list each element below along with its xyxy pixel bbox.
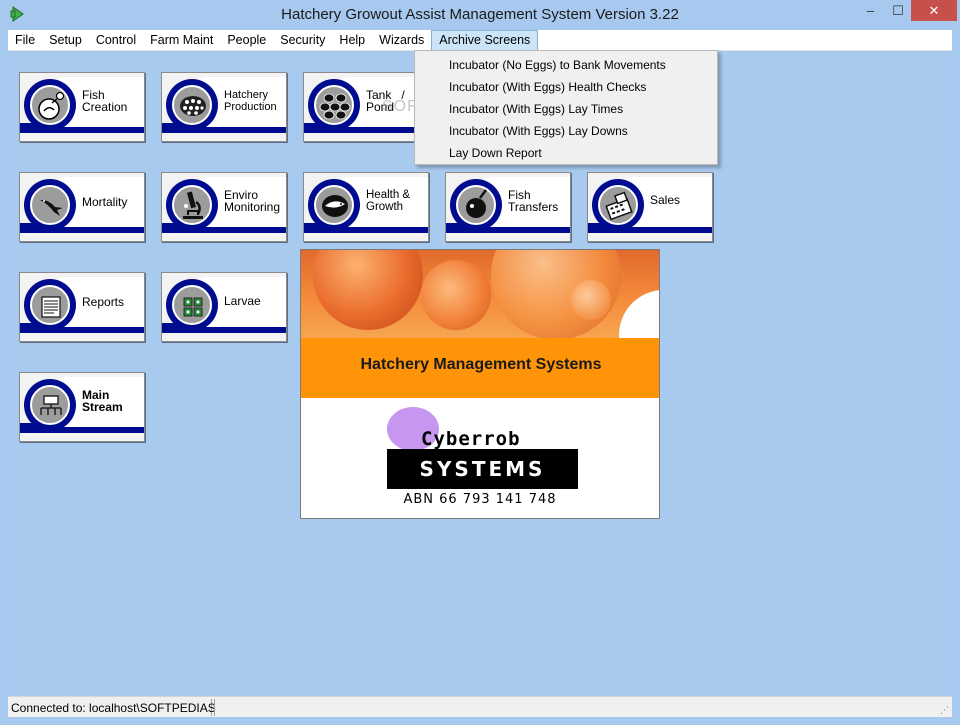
minimize-button[interactable]: – (856, 0, 885, 21)
close-button[interactable]: ✕ (911, 0, 957, 21)
window-title: Hatchery Growout Assist Management Syste… (281, 6, 679, 23)
tile-label: Hatchery Production (224, 89, 277, 113)
company-name: Cyberrob (421, 428, 521, 450)
tile-label: Health & Growth (366, 189, 411, 213)
tile-reports[interactable]: Reports (19, 272, 145, 342)
tile-label: Sales (650, 193, 681, 207)
menu-control[interactable]: Control (89, 30, 143, 51)
fish-egg-icon (38, 91, 65, 120)
menu-farm-maint[interactable]: Farm Maint (143, 30, 220, 51)
tile-label: Enviro Monitoring (224, 188, 281, 214)
dead-fish-icon (40, 199, 63, 216)
archive-screens-menu: Incubator (No Eggs) to Bank Movements In… (414, 50, 718, 165)
menu-file[interactable]: File (8, 30, 42, 51)
splash-caption: Hatchery Management Systems (360, 356, 602, 373)
maximize-button[interactable]: ☐ (885, 0, 911, 21)
caption-band: Hatchery Management Systems (301, 338, 659, 398)
splash-panel: Hatchery Management Systems Cyberrob SYS… (300, 249, 660, 519)
menu-item-incubator-lay-downs[interactable]: Incubator (With Eggs) Lay Downs (415, 120, 717, 142)
menu-item-incubator-lay-times[interactable]: Incubator (With Eggs) Lay Times (415, 98, 717, 120)
menu-people[interactable]: People (220, 30, 273, 51)
tile-fish-creation[interactable]: Fish Creation (19, 72, 145, 142)
tile-label: Mortality (82, 195, 128, 209)
flowchart-icon (40, 395, 62, 415)
menu-item-lay-down-report[interactable]: Lay Down Report (415, 142, 717, 164)
menu-help[interactable]: Help (332, 30, 372, 51)
tanks-icon (319, 93, 351, 120)
tile-label: Fish Creation (82, 88, 128, 114)
connection-status: Connected to: localhost\SOFTPEDIAS (11, 699, 216, 716)
net-fish-icon (466, 189, 487, 218)
tile-hatchery-production[interactable]: Hatchery Production (161, 72, 287, 142)
tile-label: Main Stream (82, 388, 123, 414)
tile-label: Reports (82, 295, 125, 309)
cash-register-icon (605, 191, 633, 221)
tile-enviro-monitoring[interactable]: Enviro Monitoring (161, 172, 287, 242)
title-bar: Hatchery Growout Assist Management Syste… (0, 0, 960, 30)
resize-grip-icon[interactable]: ⋰ (940, 705, 950, 715)
menu-item-incubator-health-checks[interactable]: Incubator (With Eggs) Health Checks (415, 76, 717, 98)
tile-larvae[interactable]: Larvae (161, 272, 287, 342)
microscope-icon (183, 191, 203, 219)
company-abn: ABN 66 793 141 748 (403, 492, 557, 507)
tile-mortality[interactable]: Mortality (19, 172, 145, 242)
tile-label: Larvae (224, 294, 261, 308)
larvae-icon (183, 297, 203, 317)
menu-security[interactable]: Security (273, 30, 332, 51)
report-icon (41, 296, 61, 318)
menu-bar: File Setup Control Farm Maint People Sec… (8, 30, 952, 51)
menu-wizards[interactable]: Wizards (372, 30, 431, 51)
tile-health-growth[interactable]: Health & Growth (303, 172, 429, 242)
menu-setup[interactable]: Setup (42, 30, 89, 51)
fish-icon (322, 195, 348, 217)
menu-item-incubator-bank-movements[interactable]: Incubator (No Eggs) to Bank Movements (415, 54, 717, 76)
status-bar: Connected to: localhost\SOFTPEDIAS ⋰ (8, 696, 952, 717)
tile-fish-transfers[interactable]: Fish Transfers (445, 172, 571, 242)
menu-archive-screens[interactable]: Archive Screens (431, 30, 539, 51)
tile-main-stream[interactable]: Main Stream (19, 372, 145, 442)
tile-label: Fish Transfers (508, 188, 559, 214)
company-systems: SYSTEMS (387, 449, 578, 489)
tile-sales[interactable]: Sales (587, 172, 713, 242)
orange-bubbles-image (301, 250, 659, 340)
egg-basket-icon (180, 96, 206, 116)
